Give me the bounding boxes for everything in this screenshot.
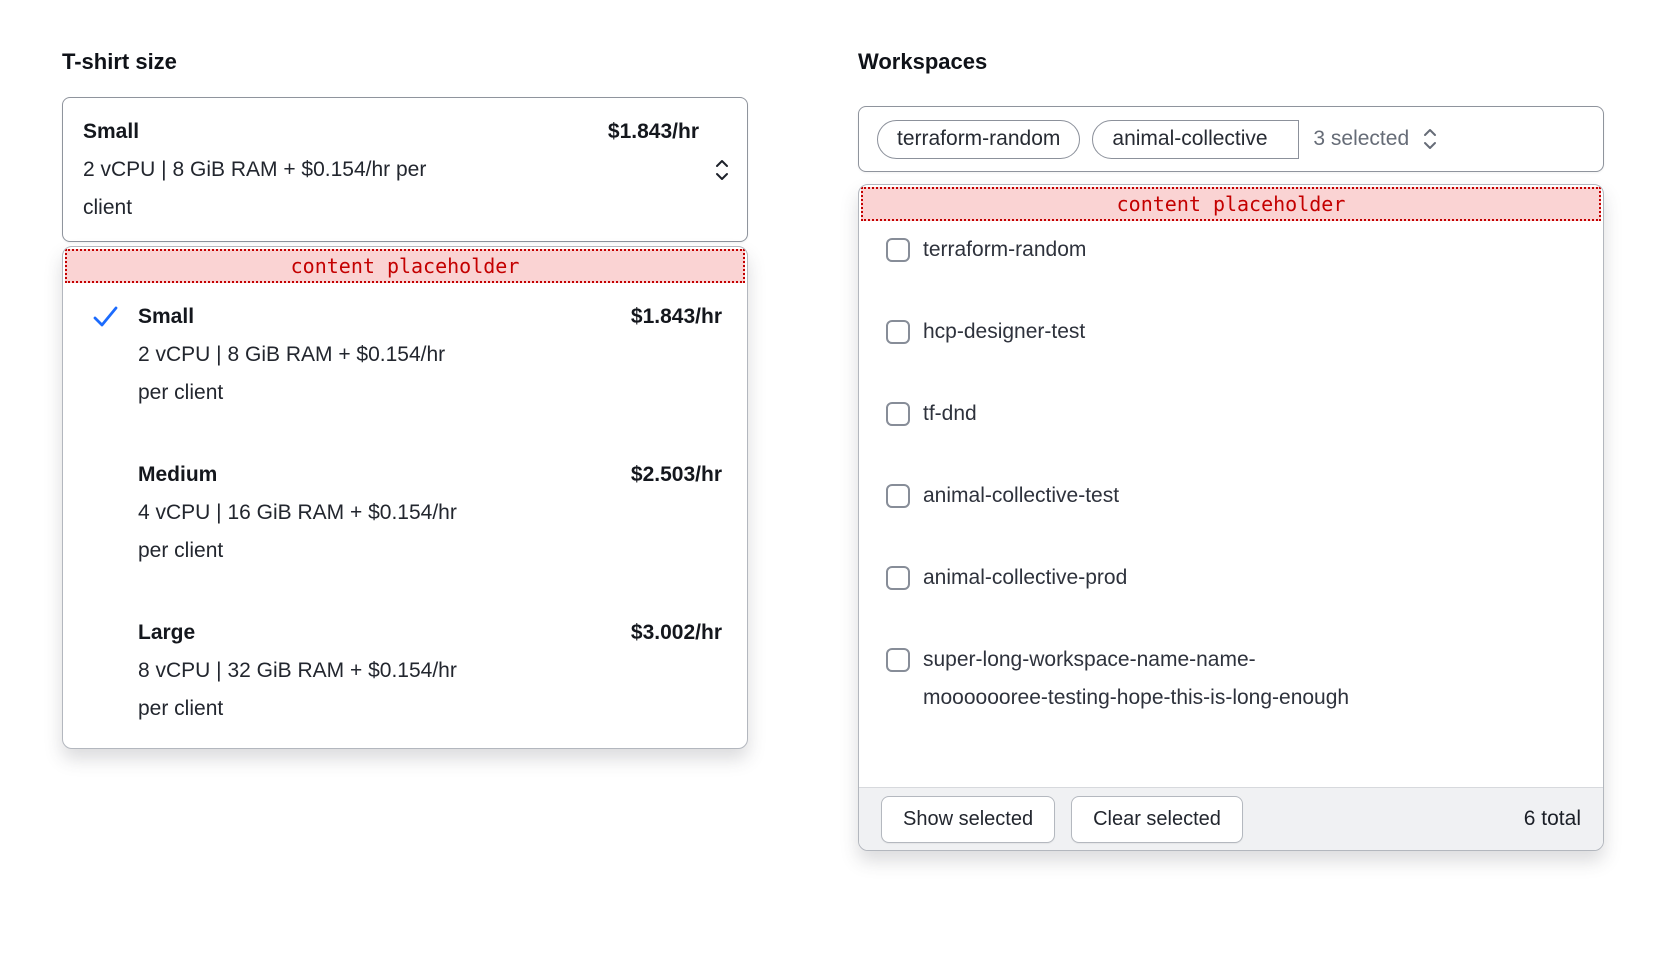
workspace-name: hcp-designer-test [923,313,1085,351]
checkbox-icon[interactable] [886,484,910,508]
checkbox-icon[interactable] [886,402,910,426]
workspaces-multiselect-trigger[interactable]: terraform-random animal-collective 3 sel… [858,106,1604,172]
workspace-name: animal-collective-test [923,477,1119,515]
total-count: 6 total [1524,807,1581,831]
option-price: $3.002/hr [631,614,722,652]
check-icon [91,304,121,330]
option-title: Large [138,614,195,652]
checkbox-icon[interactable] [886,320,910,344]
dropdown-footer: Show selected Clear selected 6 total [859,787,1603,850]
workspaces-label: Workspaces [858,48,1604,76]
option-description: 8 vCPU | 32 GiB RAM + $0.154/hr per clie… [138,652,463,728]
tshirt-option-small[interactable]: Small $1.843/hr 2 vCPU | 8 GiB RAM + $0.… [63,298,747,412]
workspace-name: tf-dnd [923,395,977,433]
page: T-shirt size Small $1.843/hr 2 vCPU | 8 … [0,0,1672,964]
workspace-option-hcp-designer-test[interactable]: hcp-designer-test [886,313,1579,351]
workspace-name: animal-collective-prod [923,559,1127,597]
selected-count: 3 selected [1313,127,1409,151]
workspace-option-animal-collective-prod[interactable]: animal-collective-prod [886,559,1579,597]
unfold-chevron-icon [713,157,731,183]
option-title: Medium [138,456,217,494]
tshirt-size-select-trigger[interactable]: Small $1.843/hr 2 vCPU | 8 GiB RAM + $0.… [62,97,748,242]
selected-size-description: 2 vCPU | 8 GiB RAM + $0.154/hr per clien… [83,151,448,227]
tshirt-option-medium[interactable]: Medium $2.503/hr 4 vCPU | 16 GiB RAM + $… [63,456,747,570]
checkbox-icon[interactable] [886,238,910,262]
tag-animal-collective[interactable]: animal-collective [1092,120,1299,159]
content-placeholder-banner: content placeholder [65,249,745,283]
workspaces-options-list: terraform-random hcp-designer-test tf-dn… [859,221,1603,787]
checkbox-icon[interactable] [886,566,910,590]
workspace-name: terraform-random [923,231,1086,269]
option-price: $1.843/hr [631,298,722,336]
tag-terraform-random[interactable]: terraform-random [877,120,1080,159]
workspaces-dropdown: content placeholder terraform-random hcp… [858,184,1604,851]
selected-size-title: Small [83,113,139,151]
content-placeholder-banner: content placeholder [861,187,1601,221]
clear-selected-button[interactable]: Clear selected [1071,796,1243,843]
workspace-option-animal-collective-test[interactable]: animal-collective-test [886,477,1579,515]
tshirt-options-list: Small $1.843/hr 2 vCPU | 8 GiB RAM + $0.… [63,283,747,748]
workspace-name-line-1: super-long-workspace-name-name- [923,641,1349,679]
option-description: 2 vCPU | 8 GiB RAM + $0.154/hr per clien… [138,336,463,412]
tshirt-size-section: T-shirt size Small $1.843/hr 2 vCPU | 8 … [62,48,748,749]
option-title: Small [138,298,194,336]
workspace-option-super-long-name[interactable]: super-long-workspace-name-name-moooooore… [886,641,1579,717]
tshirt-option-large[interactable]: Large $3.002/hr 8 vCPU | 32 GiB RAM + $0… [63,614,747,728]
checkbox-icon[interactable] [886,648,910,672]
option-description: 4 vCPU | 16 GiB RAM + $0.154/hr per clie… [138,494,463,570]
option-price: $2.503/hr [631,456,722,494]
workspaces-section: Workspaces terraform-random animal-colle… [858,48,1604,851]
show-selected-button[interactable]: Show selected [881,796,1055,843]
workspace-name-line-2: mooooooree-testing-hope-this-is-long-eno… [923,679,1349,717]
tshirt-size-label: T-shirt size [62,48,748,76]
tshirt-size-dropdown: content placeholder Small $1.843/hr 2 vC… [62,246,748,749]
selected-size-price: $1.843/hr [608,113,699,151]
workspace-option-tf-dnd[interactable]: tf-dnd [886,395,1579,433]
unfold-chevron-icon [1421,126,1439,152]
workspace-option-terraform-random[interactable]: terraform-random [886,231,1579,269]
workspace-name: super-long-workspace-name-name-moooooore… [923,641,1349,717]
